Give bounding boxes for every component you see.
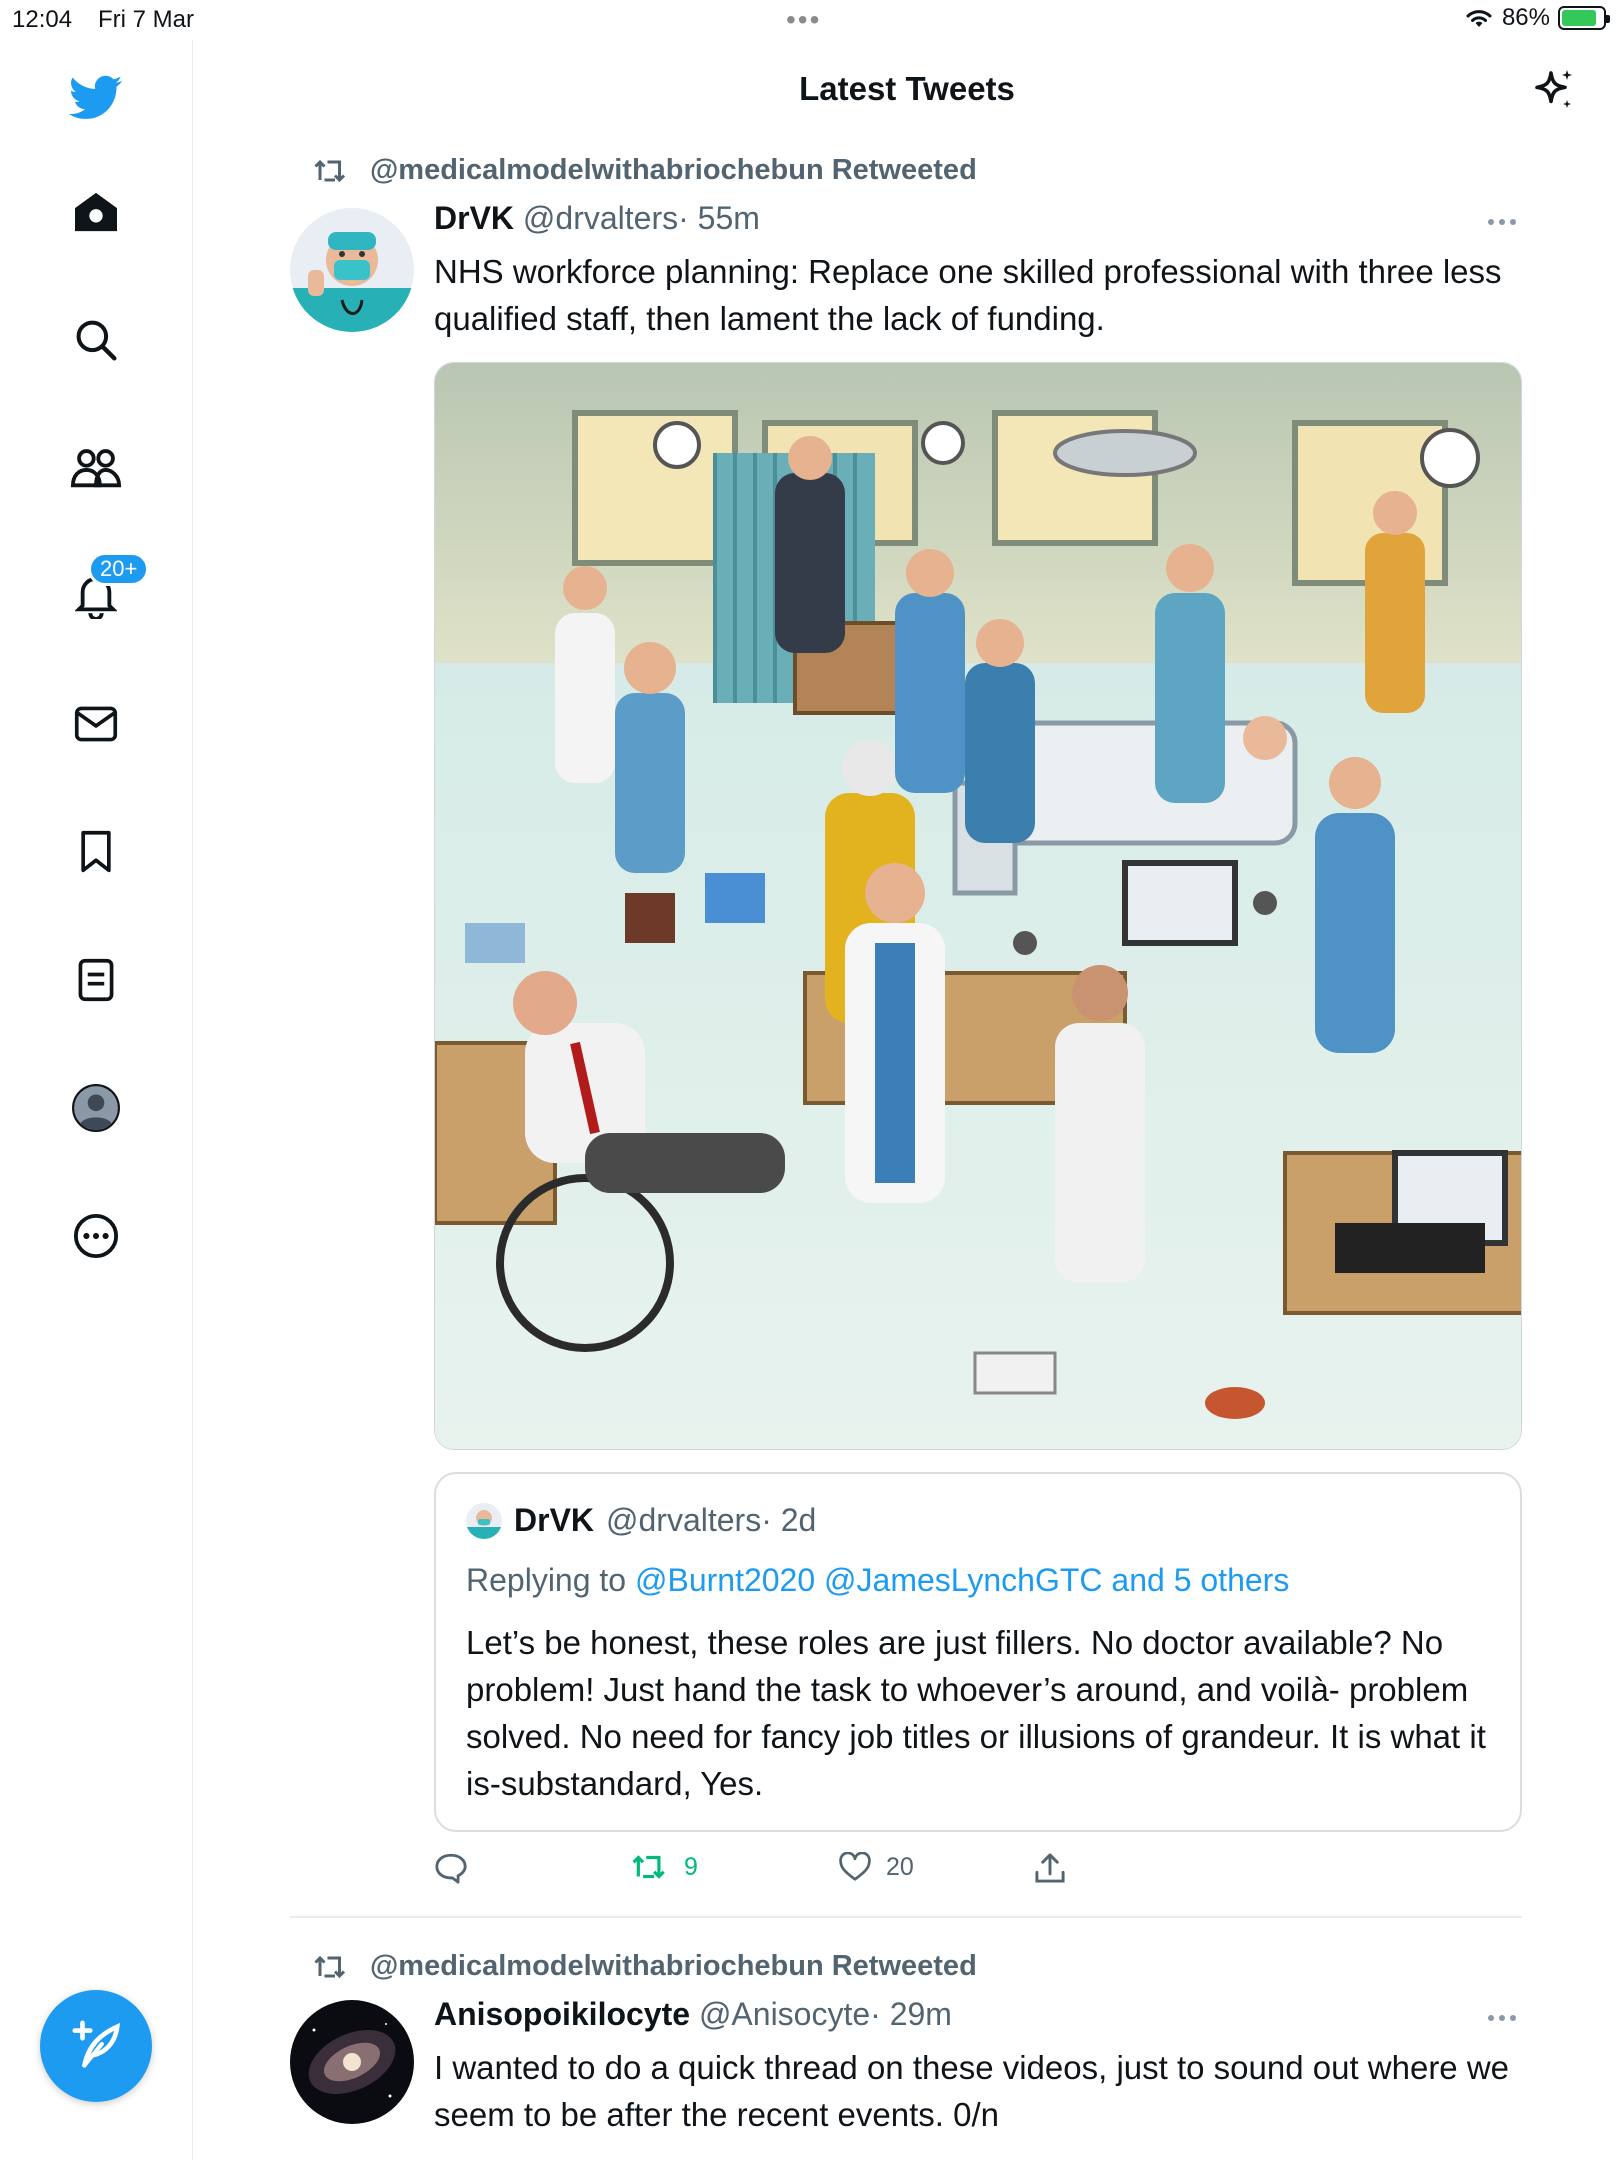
tweet[interactable]: @medicalmodelwithabriochebun Retweeted A… [290,1944,1522,2160]
tweet-author: Anisopoikilocyte @Anisocyte· 29m [434,1996,952,2033]
tweet-divider [290,1916,1522,1918]
quoted-tweet-author: DrVK @drvalters· 2d [466,1502,816,1539]
status-date: Fri 7 Mar [98,6,194,33]
bookmarks-icon[interactable] [66,822,126,882]
profile-icon[interactable] [66,1078,126,1138]
avatar[interactable] [290,208,414,332]
notifications-badge: 20+ [88,552,150,586]
sparkle-icon[interactable] [1526,64,1580,118]
heart-icon [839,1852,871,1881]
retweet-context: @medicalmodelwithabriochebun Retweeted [314,154,977,187]
tweet-text: I wanted to do a quick thread on these v… [434,2049,1510,2133]
share-button[interactable] [1034,1852,1066,1884]
retweet-icon [314,159,346,182]
page-title: Latest Tweets [799,70,1015,107]
retweet-context: @medicalmodelwithabriochebun Retweeted [314,1950,977,1983]
quoted-author-name: DrVK [514,1502,595,1538]
tweet-actions: 9 20 [434,1852,1134,1902]
compose-tweet-button[interactable] [40,1990,152,2102]
timeline-header: Latest Tweets [194,40,1620,140]
wifi-icon [1466,10,1492,27]
author-name[interactable]: Anisopoikilocyte [434,1996,690,2032]
home-icon[interactable] [66,182,126,242]
tweet-text: NHS workforce planning: Replace one skil… [434,253,1502,337]
tweet-time[interactable]: · 55m [678,200,760,236]
share-icon [1035,1853,1065,1883]
status-bar: 12:04 Fri 7 Mar ••• 86% [0,0,1620,40]
tweet-time[interactable]: · 29m [870,1996,952,2032]
more-icon[interactable] [66,1206,126,1266]
status-time: 12:04 [12,6,73,33]
communities-icon[interactable] [66,438,126,498]
compose-feather-icon [72,2020,121,2068]
retweeted-by-label[interactable]: @medicalmodelwithabriochebun Retweeted [370,1950,977,1983]
like-count: 20 [886,1852,914,1881]
reply-button[interactable] [434,1852,468,1884]
reply-icon [435,1853,467,1884]
twitter-logo-icon[interactable] [66,68,126,128]
retweet-icon [314,1955,346,1978]
replying-to-prefix: Replying to [466,1562,635,1598]
lists-icon[interactable] [66,950,126,1010]
retweet-icon [632,1855,665,1879]
like-button[interactable]: 20 [838,1852,914,1882]
retweet-button[interactable]: 9 [632,1852,698,1882]
tweet-author: DrVK @drvalters· 55m [434,200,760,237]
quoted-author-handle: @drvalters· 2d [606,1502,817,1538]
search-icon[interactable] [66,310,126,370]
tweet-media-image[interactable] [434,362,1522,1450]
sidebar-nav: 20+ [0,40,193,2160]
author-handle[interactable]: @drvalters [523,200,678,236]
quoted-tweet[interactable]: DrVK @drvalters· 2d Replying to @Burnt20… [434,1472,1522,1832]
quoted-avatar [466,1502,502,1539]
retweet-count: 9 [684,1852,698,1881]
retweeted-by-label[interactable]: @medicalmodelwithabriochebun Retweeted [370,154,977,187]
avatar[interactable] [290,2000,414,2124]
quoted-tweet-text: Let’s be honest, these roles are just fi… [466,1624,1486,1802]
author-handle[interactable]: @Anisocyte [699,1996,870,2032]
battery-icon [1558,6,1610,30]
battery-percent: 86% [1501,4,1550,31]
replying-to-links[interactable]: @Burnt2020 @JamesLynchGTC and 5 others [635,1562,1289,1598]
messages-icon[interactable] [66,694,126,754]
more-options-icon[interactable] [1482,212,1522,232]
multitasking-dots-icon[interactable]: ••• [786,4,821,36]
more-options-icon[interactable] [1482,2008,1522,2028]
tweet[interactable]: @medicalmodelwithabriochebun Retweeted D… [290,150,1522,1910]
replying-to: Replying to @Burnt2020 @JamesLynchGTC an… [466,1562,1289,1599]
author-name[interactable]: DrVK [434,200,514,236]
